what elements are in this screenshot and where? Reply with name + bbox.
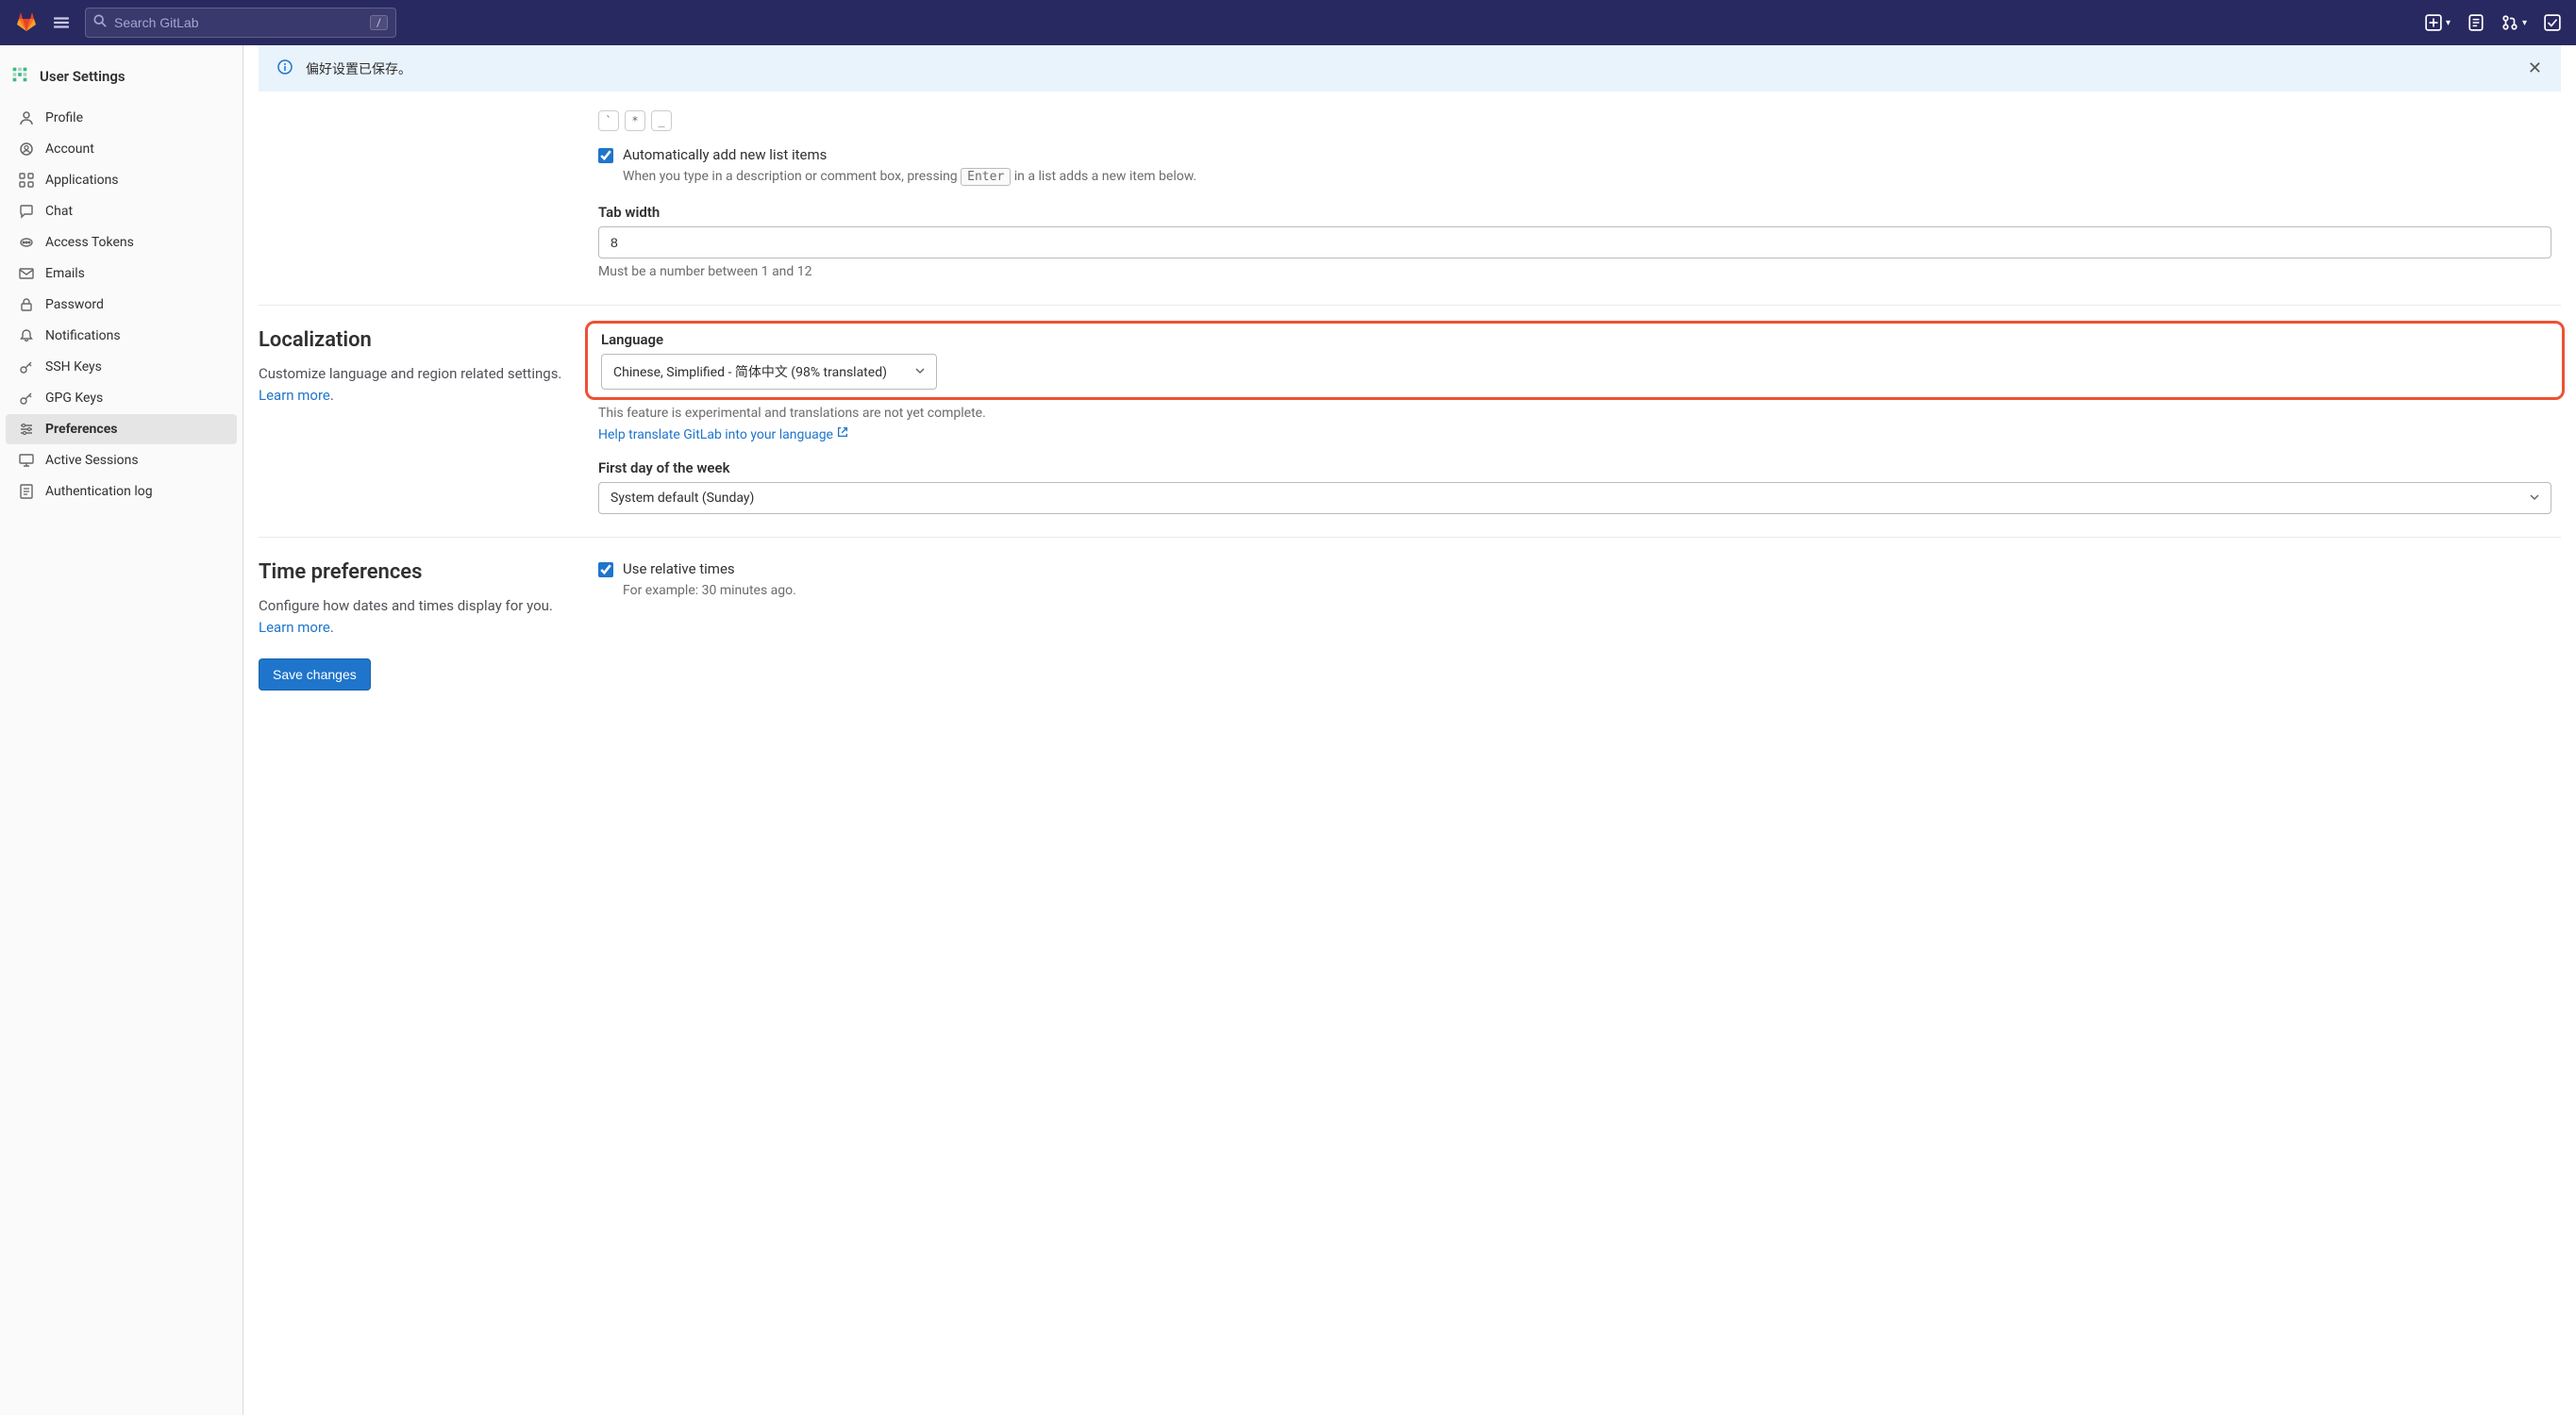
sidebar-item-ssh-keys[interactable]: SSH Keys [6,352,237,382]
auto-list-checkbox[interactable] [598,148,613,163]
help-translate-link[interactable]: Help translate GitLab into your language [598,427,849,442]
behavior-section-partial: ` * _ Automatically add new list items W… [259,110,2561,306]
info-icon [277,59,293,78]
save-changes-button[interactable]: Save changes [259,658,371,691]
key-pill: * [625,110,645,131]
key-pill: _ [651,110,672,131]
checkbox-help: When you type in a description or commen… [623,167,1196,187]
sidebar-label: Access Tokens [45,235,134,250]
sidebar-item-chat[interactable]: Chat [6,196,237,226]
first-day-select[interactable]: System default (Sunday) [598,482,2551,514]
tab-width-label: Tab width [598,204,2551,221]
global-search[interactable]: / [85,8,396,38]
learn-more-link[interactable]: Learn more [259,619,330,636]
alert-text: 偏好设置已保存。 [306,59,411,78]
sidebar-item-applications[interactable]: Applications [6,165,237,195]
localization-section: Localization Customize language and regi… [259,306,2561,538]
sidebar-item-active-sessions[interactable]: Active Sessions [6,445,237,475]
relative-times-checkbox[interactable] [598,562,613,577]
close-icon[interactable]: ✕ [2528,58,2542,78]
chevron-down-icon: ▾ [2446,18,2451,28]
merge-requests-icon[interactable]: ▾ [2501,14,2527,31]
create-new-button[interactable]: ▾ [2425,14,2451,31]
tab-width-help: Must be a number between 1 and 12 [598,262,2551,282]
lock-icon [19,297,34,312]
hamburger-menu-button[interactable] [49,10,74,35]
sidebar-item-account[interactable]: Account [6,134,237,164]
sidebar-label: Password [45,297,104,312]
chevron-down-icon [2530,491,2539,506]
sidebar-item-notifications[interactable]: Notifications [6,321,237,351]
main-content: 偏好设置已保存。 ✕ ` * _ Autom [243,45,2576,1415]
chevron-down-icon: ▾ [2522,18,2527,28]
chat-icon [19,204,34,219]
sidebar-label: SSH Keys [45,359,102,375]
applications-icon [19,173,34,188]
key-pill: ` [598,110,619,131]
search-shortcut-hint: / [370,15,388,30]
sidebar-item-access-tokens[interactable]: Access Tokens [6,227,237,258]
sidebar-label: Profile [45,110,83,125]
sidebar-label: Chat [45,204,73,219]
time-title: Time preferences [259,560,570,584]
sidebar-item-preferences[interactable]: Preferences [6,414,237,444]
log-icon [19,484,34,499]
localization-title: Localization [259,328,570,352]
sidebar-label: Preferences [45,422,117,437]
first-day-label: First day of the week [598,459,2551,476]
sidebar-title: User Settings [40,68,125,85]
profile-icon [19,110,34,125]
top-navbar: / ▾ ▾ [0,0,2576,45]
time-desc: Configure how dates and times display fo… [259,595,570,638]
monitor-icon [19,453,34,468]
language-highlight-box: Language Chinese, Simplified - 简体中文 (98%… [585,321,2565,400]
tab-width-input[interactable] [598,226,2551,258]
bell-icon [19,328,34,343]
search-input[interactable] [114,15,362,30]
todos-icon[interactable] [2544,14,2561,31]
checkbox-label: Automatically add new list items [623,146,1196,163]
sidebar-item-auth-log[interactable]: Authentication log [6,476,237,507]
localization-desc: Customize language and region related se… [259,363,570,406]
language-help: This feature is experimental and transla… [598,404,2551,424]
sidebar-label: Account [45,142,94,157]
sidebar-label: Applications [45,173,119,188]
language-label: Language [601,331,2549,348]
sidebar-label: Emails [45,266,85,281]
relative-times-label: Use relative times [623,560,796,577]
chevron-down-icon [915,364,925,379]
sidebar-item-password[interactable]: Password [6,290,237,320]
search-icon [93,14,107,31]
time-preferences-section: Time preferences Configure how dates and… [259,538,2561,713]
sidebar-label: GPG Keys [45,391,103,406]
relative-times-help: For example: 30 minutes ago. [623,581,796,601]
preferences-icon [19,422,34,437]
sidebar-item-emails[interactable]: Emails [6,258,237,289]
language-select[interactable]: Chinese, Simplified - 简体中文 (98% translat… [601,354,937,390]
key-icon [19,391,34,406]
first-day-value: System default (Sunday) [611,491,754,506]
sidebar-header: User Settings [0,53,243,102]
issues-icon[interactable] [2467,14,2484,31]
user-avatar-icon [9,64,30,89]
keyboard-shortcut-pills: ` * _ [598,110,2551,131]
sidebar-label: Active Sessions [45,453,139,468]
email-icon [19,266,34,281]
language-select-value: Chinese, Simplified - 简体中文 (98% translat… [613,362,887,381]
key-icon [19,359,34,375]
sidebar-label: Notifications [45,328,121,343]
gitlab-logo-icon[interactable] [15,9,38,36]
success-alert: 偏好设置已保存。 ✕ [259,45,2561,92]
enter-key-badge: Enter [961,168,1011,186]
sidebar-item-gpg-keys[interactable]: GPG Keys [6,383,237,413]
account-icon [19,142,34,157]
sidebar-label: Authentication log [45,484,153,499]
sidebar-item-profile[interactable]: Profile [6,103,237,133]
token-icon [19,235,34,250]
learn-more-link[interactable]: Learn more [259,387,330,404]
external-link-icon [836,427,849,442]
settings-sidebar: User Settings Profile Account Applicatio… [0,45,243,1415]
